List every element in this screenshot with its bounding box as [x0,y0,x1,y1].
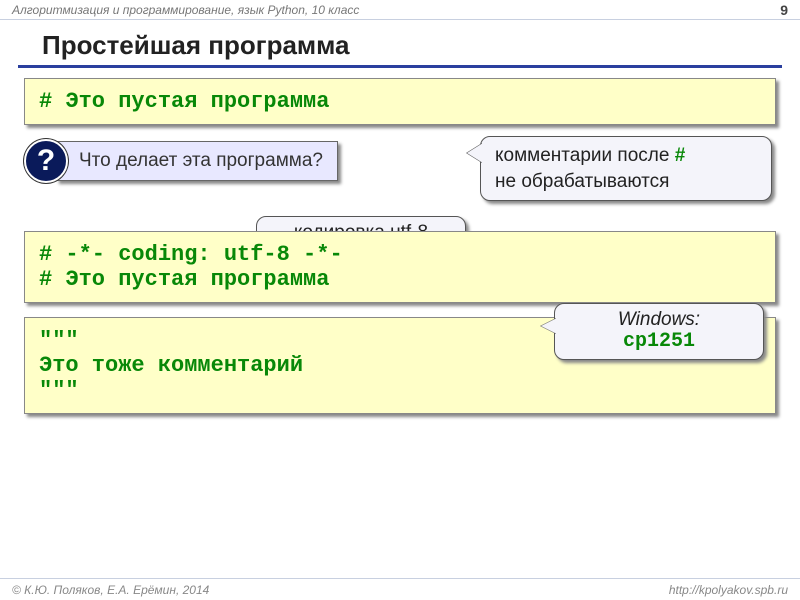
code-line: """ [39,378,761,403]
code-block-2: # -*- coding: utf-8 -*- # Это пустая про… [24,231,776,303]
callout-codepage: cp1251 [569,331,749,353]
code-line: # Это пустая программа [39,267,761,292]
code-block-1: # Это пустая программа [24,78,776,125]
header: Алгоритмизация и программирование, язык … [0,0,800,20]
callout-line2: не обрабатываются [495,169,757,195]
page-title: Простейшая программа [18,20,782,68]
callout-windows: Windows: cp1251 [554,303,764,360]
question-icon: ? [24,139,68,183]
footer-copyright: © К.Ю. Поляков, Е.А. Ерёмин, 2014 [12,583,209,597]
callout-line1: Windows: [569,310,749,331]
content-area: # Это пустая программа ? Что делает эта … [0,78,800,578]
header-text: Алгоритмизация и программирование, язык … [12,3,359,17]
callout-comments: комментарии после # не обрабатываются [480,136,772,201]
question-text: Что делает эта программа? [56,141,338,181]
callout-tail [467,143,483,163]
footer-url: http://kpolyakov.spb.ru [669,583,788,597]
code-line: # -*- coding: utf-8 -*- [39,242,761,267]
code-line: # Это пустая программа [39,89,761,114]
hash-symbol: # [675,145,686,166]
callout-line1: комментарии после # [495,143,757,169]
page-number: 9 [780,2,788,18]
callout-tail [541,318,557,334]
footer: © К.Ю. Поляков, Е.А. Ерёмин, 2014 http:/… [0,578,800,600]
